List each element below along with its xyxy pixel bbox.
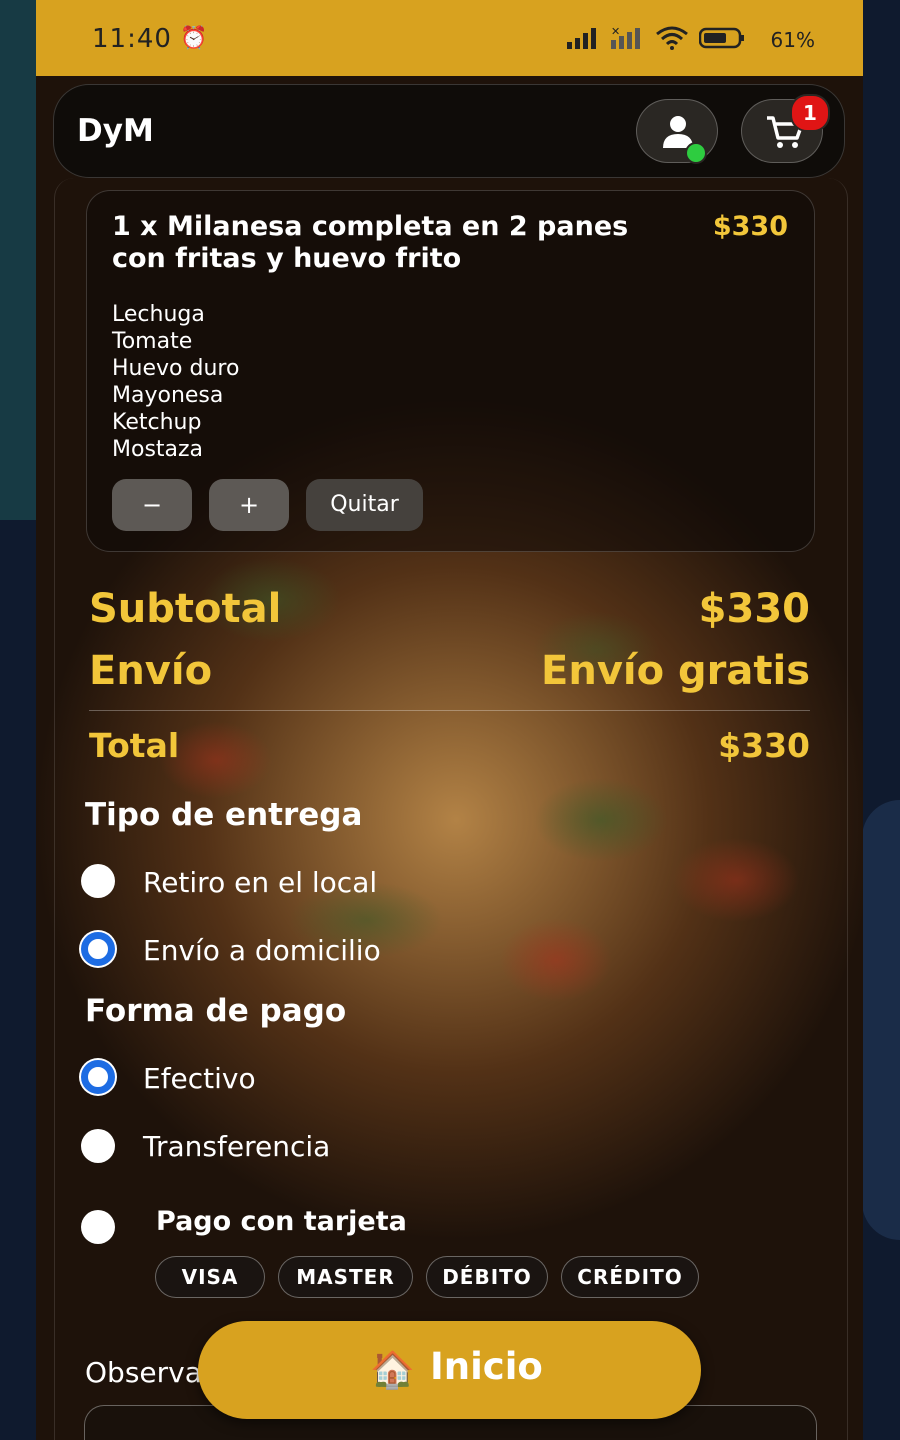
radio-card[interactable] xyxy=(81,1210,115,1244)
ingredient-item: Mayonesa xyxy=(112,383,224,408)
brand-title[interactable]: DyM xyxy=(77,113,154,149)
observations-label: Observa xyxy=(85,1356,202,1389)
subtotal-label: Subtotal xyxy=(89,586,282,632)
home-button[interactable]: 🏠 Inicio xyxy=(198,1321,701,1419)
ingredient-item: Huevo duro xyxy=(112,356,240,381)
shipping-value: Envío gratis xyxy=(541,648,810,694)
cart-item-card: 1 x Milanesa completa en 2 panes con fri… xyxy=(86,190,815,552)
house-icon: 🏠 xyxy=(370,1350,415,1391)
remove-item-button[interactable]: Quitar xyxy=(306,479,423,531)
radio-home-delivery-label[interactable]: Envío a domicilio xyxy=(143,934,381,967)
radio-cash[interactable] xyxy=(81,1060,115,1094)
radio-home-delivery[interactable] xyxy=(81,932,115,966)
app-bar: DyM 1 xyxy=(53,84,845,178)
cart-count-badge: 1 xyxy=(790,94,830,132)
svg-text:✕: ✕ xyxy=(611,26,620,38)
radio-cash-label[interactable]: Efectivo xyxy=(143,1062,256,1095)
radio-card-label[interactable]: Pago con tarjeta xyxy=(156,1206,407,1237)
background-shape-right xyxy=(862,800,900,1240)
ingredient-item: Mostaza xyxy=(112,437,204,462)
phone-screen: 11:40 ⏰ ✕ 61% DyM 1 1 x Milanesa complet… xyxy=(36,0,863,1440)
increase-quantity-button[interactable]: + xyxy=(209,479,289,531)
radio-transfer[interactable] xyxy=(81,1129,115,1163)
status-time: 11:40 xyxy=(92,24,172,54)
decrease-quantity-button[interactable]: − xyxy=(112,479,192,531)
battery-icon xyxy=(699,27,744,49)
card-credit-chip[interactable]: CRÉDITO xyxy=(561,1256,699,1298)
online-status-dot xyxy=(685,142,707,164)
payment-method-title: Forma de pago xyxy=(85,993,347,1029)
background-shape-left xyxy=(0,0,40,520)
card-debit-chip[interactable]: DÉBITO xyxy=(426,1256,548,1298)
item-price: $330 xyxy=(712,211,788,242)
summary-divider xyxy=(89,710,810,711)
total-label: Total xyxy=(89,726,180,765)
radio-pickup-label[interactable]: Retiro en el local xyxy=(143,866,377,899)
home-button-label: Inicio xyxy=(430,1345,543,1388)
wifi-icon xyxy=(656,26,688,50)
cart-button[interactable]: 1 xyxy=(741,94,830,163)
battery-percent: 61% xyxy=(770,28,815,52)
no-signal-icon: ✕ xyxy=(611,26,640,49)
user-button[interactable] xyxy=(636,99,718,164)
radio-transfer-label[interactable]: Transferencia xyxy=(143,1130,330,1163)
ingredient-list: Lechuga Tomate Huevo duro Mayonesa Ketch… xyxy=(112,301,239,463)
status-bar: 11:40 ⏰ ✕ 61% xyxy=(36,0,863,76)
alarm-icon: ⏰ xyxy=(180,26,208,51)
status-icons: ✕ xyxy=(567,26,745,50)
total-value: $330 xyxy=(718,726,810,765)
item-title: 1 x Milanesa completa en 2 panes con fri… xyxy=(112,211,629,274)
subtotal-value: $330 xyxy=(698,586,810,632)
ingredient-item: Tomate xyxy=(112,329,193,354)
delivery-type-title: Tipo de entrega xyxy=(85,797,363,833)
ingredient-item: Lechuga xyxy=(112,302,205,327)
shipping-label: Envío xyxy=(89,648,213,694)
signal-icon xyxy=(567,28,596,49)
radio-pickup[interactable] xyxy=(81,864,115,898)
ingredient-item: Ketchup xyxy=(112,410,202,435)
card-visa-chip[interactable]: VISA xyxy=(155,1256,265,1298)
card-master-chip[interactable]: MASTER xyxy=(278,1256,413,1298)
